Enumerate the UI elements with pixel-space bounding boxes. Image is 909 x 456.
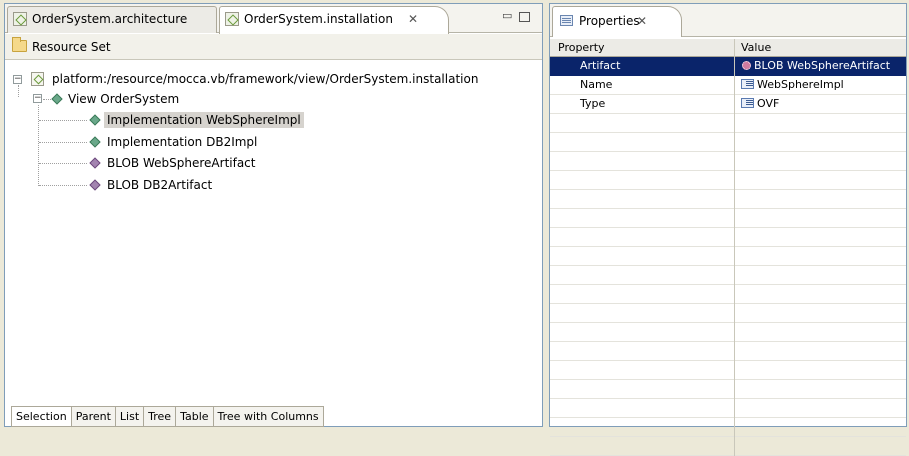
collapse-toggle[interactable]: − <box>13 75 22 84</box>
properties-panel: Properties ✕ Property Value Artifact BLO… <box>549 3 907 456</box>
empty-row <box>550 171 906 190</box>
column-header-property[interactable]: Property <box>550 39 735 57</box>
editor-page-tabs: Selection Parent List Tree Table Tree wi… <box>11 406 324 427</box>
empty-row <box>550 114 906 133</box>
tree-connector <box>43 99 51 100</box>
properties-icon <box>560 15 573 26</box>
view-diamond-icon <box>51 93 63 105</box>
tree-item-label: Implementation WebSphereImpl <box>104 112 304 128</box>
blob-diamond-icon <box>89 157 101 169</box>
model-tree: − platform:/resource/mocca.vb/framework/… <box>5 64 542 404</box>
tree-item-label: BLOB WebSphereArtifact <box>107 156 256 170</box>
property-value[interactable]: BLOB WebSphereArtifact <box>735 57 906 76</box>
tab-tree[interactable]: Tree <box>144 407 177 426</box>
property-value[interactable]: OVF <box>735 95 906 114</box>
tree-connector <box>18 85 19 97</box>
text-field-icon <box>741 98 754 108</box>
tree-connector <box>39 163 87 164</box>
implementation-diamond-icon <box>89 136 101 148</box>
empty-row <box>550 380 906 399</box>
tree-item-label: BLOB DB2Artifact <box>107 178 213 192</box>
model-file-icon <box>13 12 27 26</box>
tree-connector <box>39 185 87 186</box>
minimize-icon[interactable]: ▭ <box>502 9 512 22</box>
tree-item-view[interactable]: View OrderSystem <box>65 90 182 108</box>
properties-table: Property Value Artifact BLOB WebSphereAr… <box>550 39 906 456</box>
property-value[interactable]: WebSphereImpl <box>735 76 906 95</box>
blob-gear-icon <box>741 60 751 70</box>
tree-item-label: Implementation DB2Impl <box>107 135 258 149</box>
tree-item-blob-webspereartifact[interactable]: BLOB WebSphereArtifact <box>104 154 258 172</box>
property-name: Name <box>550 76 735 95</box>
property-value-text: OVF <box>757 97 780 110</box>
tab-parent[interactable]: Parent <box>72 407 116 426</box>
tab-table[interactable]: Table <box>176 407 214 426</box>
tab-properties[interactable]: Properties ✕ <box>552 6 682 37</box>
empty-row <box>550 209 906 228</box>
tree-connector <box>38 105 39 186</box>
maximize-icon[interactable] <box>519 12 530 22</box>
collapse-toggle[interactable]: − <box>33 94 42 103</box>
close-icon[interactable]: ✕ <box>637 7 647 35</box>
empty-row <box>550 323 906 342</box>
tree-connector <box>39 142 87 143</box>
empty-row <box>550 418 906 437</box>
blob-diamond-icon <box>89 179 101 191</box>
empty-row <box>550 247 906 266</box>
resource-set-header: Resource Set <box>5 34 542 60</box>
tab-label: OrderSystem.installation <box>244 12 393 26</box>
tab-ordersystem-architecture[interactable]: OrderSystem.architecture <box>7 6 217 33</box>
folder-icon <box>12 37 27 52</box>
tree-item-implementation-db2impl[interactable]: Implementation DB2Impl <box>104 133 260 151</box>
close-icon[interactable]: ✕ <box>408 7 418 32</box>
editor-tabbar: OrderSystem.architecture OrderSystem.ins… <box>5 4 542 34</box>
properties-tabbar: Properties ✕ <box>550 4 906 37</box>
tab-tree-with-columns[interactable]: Tree with Columns <box>214 407 323 426</box>
table-row[interactable]: Artifact BLOB WebSphereArtifact <box>550 57 906 76</box>
tree-item-label: platform:/resource/mocca.vb/framework/vi… <box>52 72 479 86</box>
empty-row <box>550 342 906 361</box>
empty-row <box>550 399 906 418</box>
empty-row <box>550 190 906 209</box>
property-name: Artifact <box>550 57 735 76</box>
model-file-icon <box>225 12 239 26</box>
model-file-icon <box>31 72 44 86</box>
column-header-value[interactable]: Value <box>735 39 906 57</box>
tab-list[interactable]: List <box>116 407 145 426</box>
empty-row <box>550 133 906 152</box>
editor-panel: OrderSystem.architecture OrderSystem.ins… <box>4 3 543 427</box>
table-row[interactable]: Type OVF <box>550 95 906 114</box>
empty-row <box>550 285 906 304</box>
text-field-icon <box>741 79 754 89</box>
tree-item-root[interactable]: platform:/resource/mocca.vb/framework/vi… <box>49 70 481 88</box>
empty-row <box>550 437 906 456</box>
implementation-diamond-icon <box>89 114 101 126</box>
tab-ordersystem-installation[interactable]: OrderSystem.installation ✕ <box>219 6 449 34</box>
tree-item-label: View OrderSystem <box>68 92 180 106</box>
tab-selection[interactable]: Selection <box>12 407 72 426</box>
tree-item-blob-db2artifact[interactable]: BLOB DB2Artifact <box>104 176 215 194</box>
empty-row <box>550 228 906 247</box>
empty-row <box>550 152 906 171</box>
resource-set-label: Resource Set <box>32 40 111 54</box>
tree-connector <box>39 120 87 121</box>
tab-label: OrderSystem.architecture <box>32 12 188 26</box>
tree-item-implementation-webspereimpl[interactable]: Implementation WebSphereImpl <box>104 111 304 129</box>
table-header: Property Value <box>550 39 906 57</box>
property-name: Type <box>550 95 735 114</box>
tab-label: Properties <box>579 14 640 28</box>
property-value-text: BLOB WebSphereArtifact <box>754 59 891 72</box>
empty-row <box>550 266 906 285</box>
empty-row <box>550 304 906 323</box>
empty-row <box>550 361 906 380</box>
property-value-text: WebSphereImpl <box>757 78 844 91</box>
table-row[interactable]: Name WebSphereImpl <box>550 76 906 95</box>
